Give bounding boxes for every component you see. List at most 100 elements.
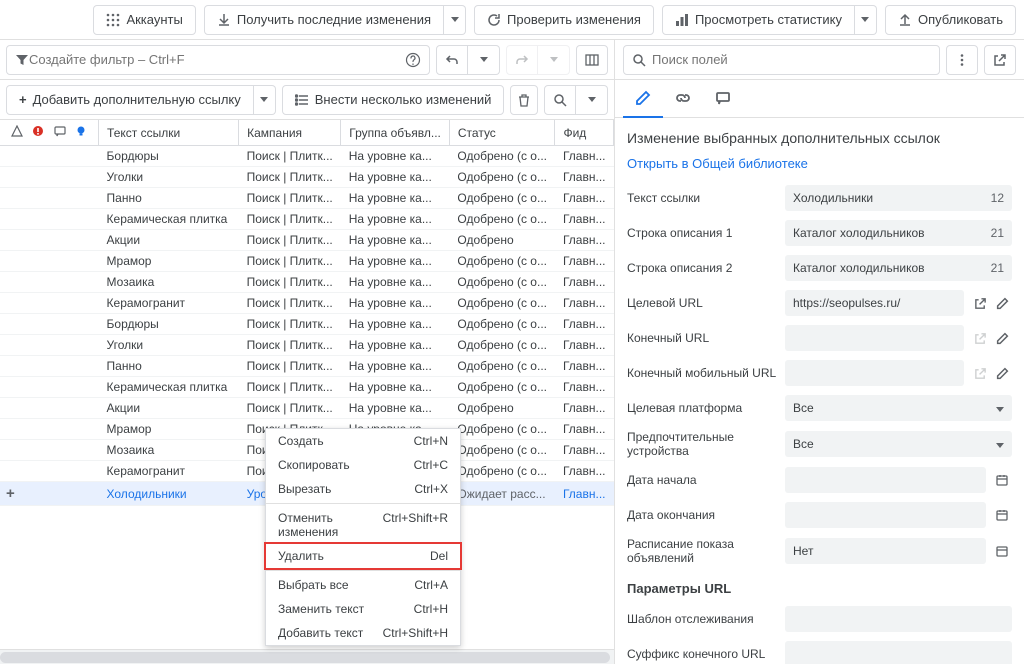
field-search-input[interactable] xyxy=(652,52,931,67)
field-search-box[interactable] xyxy=(623,45,940,75)
table-row[interactable]: МозаикаПоиск | Плитк...На уровне ка...Од… xyxy=(0,272,614,293)
table-row[interactable]: КерамогранитПоиск | Плитк...На уровне ка… xyxy=(0,293,614,314)
filter-box[interactable] xyxy=(6,45,430,75)
calendar-schedule-icon[interactable] xyxy=(992,541,1012,561)
more-button[interactable] xyxy=(946,45,978,75)
cell-campaign: Поиск | Плитк... xyxy=(239,230,341,251)
help-icon[interactable] xyxy=(405,52,421,68)
get-changes-button[interactable]: Получить последние изменения xyxy=(204,5,444,35)
table-row[interactable]: АкцииПоиск | Плитк...На уровне ка...Одоб… xyxy=(0,230,614,251)
menu-cut[interactable]: ВырезатьCtrl+X xyxy=(266,477,460,501)
suffix-input[interactable] xyxy=(785,641,1012,664)
popout-icon xyxy=(993,53,1007,67)
cell-text: Мозаика xyxy=(99,272,239,293)
table-row[interactable]: БордюрыПоиск | Плитк...На уровне ка...Од… xyxy=(0,314,614,335)
scrollbar-thumb[interactable] xyxy=(0,652,610,663)
table-row[interactable]: Керамическая плиткаПоиск | Плитк...На ур… xyxy=(0,209,614,230)
table-row[interactable]: МраморПоиск | Плитк...На уровне ка...Одо… xyxy=(0,251,614,272)
target-url-input[interactable]: https://seopulses.ru/ xyxy=(785,290,964,316)
calendar-end-icon[interactable] xyxy=(992,505,1012,525)
undo-button[interactable] xyxy=(436,45,468,75)
check-changes-button[interactable]: Проверить изменения xyxy=(474,5,654,35)
menu-copy[interactable]: СкопироватьCtrl+C xyxy=(266,453,460,477)
schedule-input[interactable]: Нет xyxy=(785,538,986,564)
find-replace-button[interactable] xyxy=(544,85,576,115)
cell-status: Одобрено (с о... xyxy=(449,272,555,293)
chevron-down-icon xyxy=(996,443,1004,448)
menu-delete[interactable]: УдалитьDel xyxy=(264,542,462,570)
desc1-input[interactable]: Каталог холодильников21 xyxy=(785,220,1012,246)
menu-select-all[interactable]: Выбрать всеCtrl+A xyxy=(266,573,460,597)
find-caret[interactable] xyxy=(576,85,608,115)
cell-text: Бордюры xyxy=(99,146,239,167)
edit-url-icon[interactable] xyxy=(992,293,1012,313)
cell-adgroup: На уровне ка... xyxy=(341,335,450,356)
publish-button[interactable]: Опубликовать xyxy=(885,5,1016,35)
table-row[interactable]: ПанноПоиск | Плитк...На уровне ка...Одоб… xyxy=(0,188,614,209)
calendar-start-icon[interactable] xyxy=(992,470,1012,490)
start-date-input[interactable] xyxy=(785,467,986,493)
view-stats-split: Просмотреть статистику xyxy=(662,5,877,35)
undo-caret[interactable] xyxy=(468,45,500,75)
popout-url-icon[interactable] xyxy=(970,293,990,313)
row-icons-cell xyxy=(0,440,99,461)
row-icons-cell xyxy=(0,356,99,377)
table-row[interactable]: БордюрыПоиск | Плитк...На уровне ка...Од… xyxy=(0,146,614,167)
cell-status: Одобрено (с о... xyxy=(449,293,555,314)
add-sitelink-button[interactable]: + Добавить дополнительную ссылку xyxy=(6,85,254,115)
table-row[interactable]: АкцииПоиск | Плитк...На уровне ка...Одоб… xyxy=(0,398,614,419)
menu-revert[interactable]: Отменить измененияCtrl+Shift+R xyxy=(266,506,460,544)
redo-caret[interactable] xyxy=(538,45,570,75)
menu-append[interactable]: Добавить текстCtrl+Shift+H xyxy=(266,621,460,645)
cell-text: Мрамор xyxy=(99,419,239,440)
col-campaign[interactable]: Кампания xyxy=(239,120,341,146)
table-row[interactable]: УголкиПоиск | Плитк...На уровне ка...Одо… xyxy=(0,167,614,188)
tracking-input[interactable] xyxy=(785,606,1012,632)
tab-comment[interactable] xyxy=(703,80,743,118)
edit-mobile-icon[interactable] xyxy=(992,363,1012,383)
cell-feed: Главн... xyxy=(555,356,614,377)
col-feed[interactable]: Фид xyxy=(555,120,614,146)
cell-text: Мрамор xyxy=(99,251,239,272)
columns-button[interactable] xyxy=(576,45,608,75)
filter-input[interactable] xyxy=(29,52,405,67)
devices-select[interactable]: Все xyxy=(785,431,1012,457)
link-text-input[interactable]: Холодильники12 xyxy=(785,185,1012,211)
horizontal-scrollbar[interactable] xyxy=(0,649,614,664)
tab-links[interactable] xyxy=(663,80,703,118)
accounts-button[interactable]: Аккаунты xyxy=(93,5,195,35)
menu-replace[interactable]: Заменить текстCtrl+H xyxy=(266,597,460,621)
final-url-input[interactable] xyxy=(785,325,964,351)
table-row[interactable]: Керамическая плиткаПоиск | Плитк...На ур… xyxy=(0,377,614,398)
mobile-url-label: Конечный мобильный URL xyxy=(627,366,785,380)
open-library-link[interactable]: Открыть в Общей библиотеке xyxy=(627,156,808,171)
bulk-edit-button[interactable]: Внести несколько изменений xyxy=(282,85,505,115)
find-group xyxy=(544,85,608,115)
col-icons-header[interactable] xyxy=(0,120,99,146)
end-date-input[interactable] xyxy=(785,502,986,528)
table-row[interactable]: УголкиПоиск | Плитк...На уровне ка...Одо… xyxy=(0,335,614,356)
mobile-url-input[interactable] xyxy=(785,360,964,386)
cell-text: Бордюры xyxy=(99,314,239,335)
edit-final-icon[interactable] xyxy=(992,328,1012,348)
delete-button[interactable] xyxy=(510,85,538,115)
menu-create[interactable]: СоздатьCtrl+N xyxy=(266,429,460,453)
col-link-text[interactable]: Текст ссылки xyxy=(99,120,239,146)
platform-select[interactable]: Все xyxy=(785,395,1012,421)
view-stats-caret[interactable] xyxy=(855,5,877,35)
cell-feed: Главн... xyxy=(555,146,614,167)
get-changes-caret[interactable] xyxy=(444,5,466,35)
popout-button[interactable] xyxy=(984,45,1016,75)
redo-group xyxy=(506,45,570,75)
add-sitelink-caret[interactable] xyxy=(254,85,276,115)
find-replace-icon xyxy=(553,93,567,107)
cell-text: Уголки xyxy=(99,335,239,356)
tab-edit[interactable] xyxy=(623,80,663,118)
col-adgroup[interactable]: Группа объявл... xyxy=(341,120,450,146)
view-stats-button[interactable]: Просмотреть статистику xyxy=(662,5,855,35)
desc2-input[interactable]: Каталог холодильников21 xyxy=(785,255,1012,281)
col-status[interactable]: Статус xyxy=(449,120,555,146)
redo-button[interactable] xyxy=(506,45,538,75)
upload-icon xyxy=(898,13,912,27)
table-row[interactable]: ПанноПоиск | Плитк...На уровне ка...Одоб… xyxy=(0,356,614,377)
